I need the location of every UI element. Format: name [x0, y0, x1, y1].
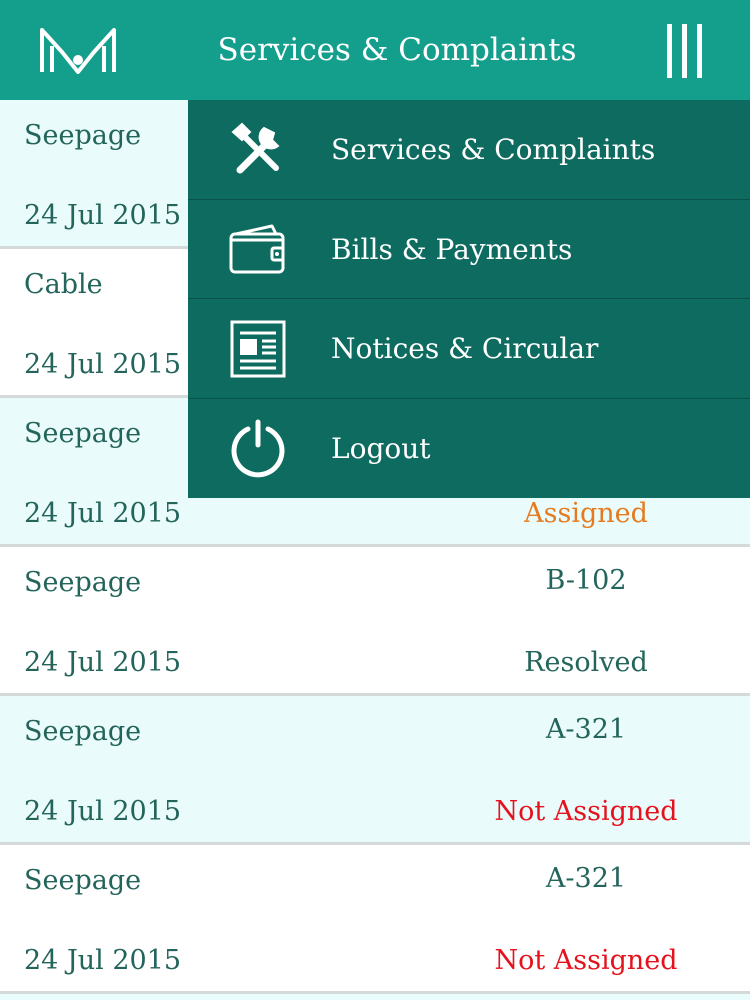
complaint-row[interactable]: Seepage 24 Jul 2015 A-321 Not Assigned: [0, 845, 750, 994]
wallet-icon: [229, 224, 285, 273]
complaint-date: 24 Jul 2015: [24, 200, 182, 231]
complaint-category: Seepage: [24, 418, 142, 449]
complaint-unit: A-321: [545, 714, 627, 745]
complaint-unit: A-321: [545, 863, 627, 894]
menu-bar: [682, 24, 687, 78]
drawer-item-bills-payments[interactable]: Bills & Payments: [188, 200, 750, 299]
drawer-item-logout[interactable]: Logout: [188, 399, 750, 499]
top-app-bar: Services & Complaints: [0, 0, 750, 100]
complaint-row[interactable]: Seepage 24 Jul 2015 B-102 Resolved: [0, 547, 750, 696]
complaint-category: Seepage: [24, 865, 142, 896]
complaint-status: Assigned: [524, 498, 648, 529]
complaint-category: Seepage: [24, 567, 142, 598]
menu-bar: [667, 24, 672, 78]
m-logo-icon[interactable]: [38, 24, 118, 76]
power-icon: [231, 419, 285, 477]
tools-icon: [231, 122, 280, 174]
drawer-item-label: Bills & Payments: [331, 232, 573, 266]
complaint-date: 24 Jul 2015: [24, 349, 182, 380]
complaint-category: Seepage: [24, 120, 142, 151]
drawer-item-services-complaints[interactable]: Services & Complaints: [188, 100, 750, 200]
complaint-date: 24 Jul 2015: [24, 498, 182, 529]
complaint-category: Cable: [24, 269, 103, 300]
complaint-date: 24 Jul 2015: [24, 945, 182, 976]
complaint-status: Not Assigned: [494, 945, 678, 976]
drawer-item-notices-circular[interactable]: Notices & Circular: [188, 299, 750, 399]
complaint-status: Not Assigned: [494, 796, 678, 827]
drawer-item-label: Notices & Circular: [331, 332, 599, 365]
menu-bar: [697, 24, 702, 78]
navigation-drawer: Services & Complaints Bills & Payments N…: [188, 100, 750, 498]
complaint-date: 24 Jul 2015: [24, 796, 182, 827]
drawer-item-label: Services & Complaints: [331, 133, 656, 166]
drawer-item-label: Logout: [331, 431, 431, 465]
notice-icon: [230, 320, 286, 378]
complaint-row[interactable]: Seepage 24 Jul 2015 A-321 Not Assigned: [0, 696, 750, 845]
complaint-status: Resolved: [524, 647, 648, 678]
complaint-unit: B-102: [545, 565, 627, 596]
complaint-category: Seepage: [24, 716, 142, 747]
complaint-date: 24 Jul 2015: [24, 647, 182, 678]
hamburger-menu-icon[interactable]: [660, 24, 708, 78]
